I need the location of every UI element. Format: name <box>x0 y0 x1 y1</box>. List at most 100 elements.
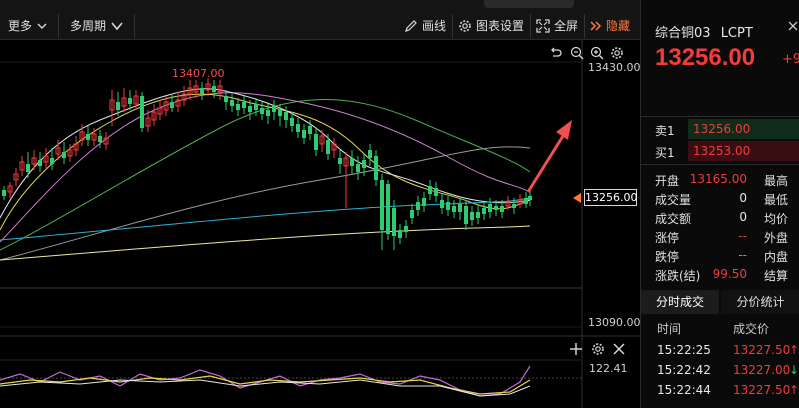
stat-label-right: 内盘 <box>764 250 789 264</box>
trade-price: 13227.50 <box>733 343 791 357</box>
indicator-chart[interactable]: 122.41 <box>0 336 640 408</box>
undo-icon[interactable] <box>549 46 563 60</box>
chart-settings-button[interactable]: 图表设置 <box>458 18 524 34</box>
gear-icon <box>459 20 471 32</box>
candle-body <box>380 180 384 230</box>
candle-body <box>458 204 462 212</box>
candle-body <box>512 204 516 208</box>
fullscreen-button[interactable]: 全屏 <box>536 18 578 34</box>
stat-label: 开盘 <box>655 174 680 188</box>
indicator-chart-svg <box>0 336 583 408</box>
trade-price: 13227.50 <box>733 383 791 397</box>
candle-body <box>2 190 6 196</box>
add-indicator-icon[interactable] <box>569 342 583 356</box>
more-dropdown[interactable]: 更多 <box>8 18 48 34</box>
trades-header-price: 成交价 <box>733 322 770 336</box>
candle-body <box>338 158 342 164</box>
trend-arrow-head <box>556 120 572 140</box>
chevron-down-icon <box>37 23 47 29</box>
candle-body <box>230 100 234 106</box>
more-label: 更多 <box>8 19 33 33</box>
candle-body <box>248 106 252 112</box>
chart-settings-label: 图表设置 <box>476 19 525 33</box>
candle-body <box>422 198 426 206</box>
candle-body <box>38 160 42 166</box>
quote-title: 综合铜03 LCPT <box>655 22 753 41</box>
zoom-in-icon[interactable] <box>590 46 604 60</box>
top-tab-stub[interactable] <box>484 0 574 8</box>
toolbar-divider <box>134 14 135 38</box>
pencil-icon <box>405 20 417 32</box>
candle-body <box>404 226 408 232</box>
candle-body <box>482 208 486 214</box>
hide-panel-button[interactable]: 隐藏 <box>590 18 630 34</box>
high-price-label: 13407.00 <box>172 67 225 80</box>
stat-label: 跌停 <box>655 250 680 264</box>
candle-body <box>308 126 312 134</box>
stat-value: -- <box>738 229 747 243</box>
orderbook-sell-row[interactable]: 卖1 13256.00 <box>641 119 799 139</box>
double-chevron-right-icon <box>590 21 602 31</box>
ma-line-yellow <box>0 93 531 231</box>
toolbar-divider <box>584 14 585 38</box>
stat-label: 涨停 <box>655 231 680 245</box>
candle-body <box>416 202 420 210</box>
candle-body <box>128 98 132 104</box>
tab-timesales[interactable]: 分时成交 <box>641 290 719 314</box>
candle-body <box>260 108 264 114</box>
candle-body <box>374 156 378 180</box>
close-icon[interactable] <box>787 20 799 32</box>
candle-body <box>278 110 282 116</box>
candle-body <box>398 230 402 238</box>
stat-label-right: 结算 <box>764 269 789 283</box>
candle-body <box>170 102 174 108</box>
stat-label-right: 最低 <box>764 193 789 207</box>
stat-label: 涨跌(结) <box>655 269 701 283</box>
candle-body <box>224 96 228 102</box>
settings-gear-icon[interactable] <box>610 46 624 60</box>
hide-panel-label: 隐藏 <box>606 19 631 33</box>
candle-body <box>86 134 90 140</box>
stat-value: -- <box>738 248 747 262</box>
zoom-out-icon[interactable] <box>570 46 584 60</box>
candle-body <box>362 160 366 168</box>
candle-body <box>272 106 276 112</box>
candle-body <box>350 158 354 166</box>
period-dropdown[interactable]: 多周期 <box>70 18 124 34</box>
ma-line-pink <box>0 92 531 243</box>
trades-header-time: 时间 <box>657 322 682 336</box>
candle-body <box>266 110 270 116</box>
orderbook-buy-row[interactable]: 买1 13253.00 <box>641 141 799 161</box>
candle-body <box>302 130 306 138</box>
candle-body <box>50 158 54 164</box>
ma-line-lightyellow <box>0 225 531 261</box>
candle-body <box>368 150 372 158</box>
tab-pricestats[interactable]: 分价统计 <box>721 290 799 314</box>
candle-body <box>528 196 532 200</box>
chevron-down-icon <box>111 22 123 31</box>
candle-body <box>116 102 120 110</box>
candle-body <box>392 208 396 236</box>
candle-body <box>476 212 480 218</box>
stat-label-right: 最高 <box>764 174 789 188</box>
indicator-settings-icon[interactable] <box>591 342 605 356</box>
stat-value: 99.50 <box>712 267 747 281</box>
candle-body <box>386 184 390 234</box>
candle-body <box>296 124 300 132</box>
candles-group <box>2 78 532 250</box>
candle-body <box>464 206 468 224</box>
candle-body <box>524 198 528 204</box>
toolbar-divider <box>58 14 59 38</box>
draw-line-button[interactable]: 画线 <box>404 18 446 34</box>
arrow-down-icon: ↓ <box>789 363 799 377</box>
candle-body <box>452 206 456 212</box>
candle-body <box>284 112 288 120</box>
close-indicator-icon[interactable] <box>612 342 626 356</box>
quote-panel: 综合铜03 LCPT 13256.00 +9 卖1 13256.00 买1 13… <box>640 0 799 408</box>
candlestick-chart[interactable]: 13407.00 13430.00 13090.00 <box>0 40 641 340</box>
stat-value: 0 <box>739 210 747 224</box>
price-change: +9 <box>782 52 799 67</box>
sell-level-label: 卖1 <box>655 124 675 138</box>
candle-body <box>242 102 246 108</box>
arrow-up-icon: ↑ <box>789 383 799 397</box>
